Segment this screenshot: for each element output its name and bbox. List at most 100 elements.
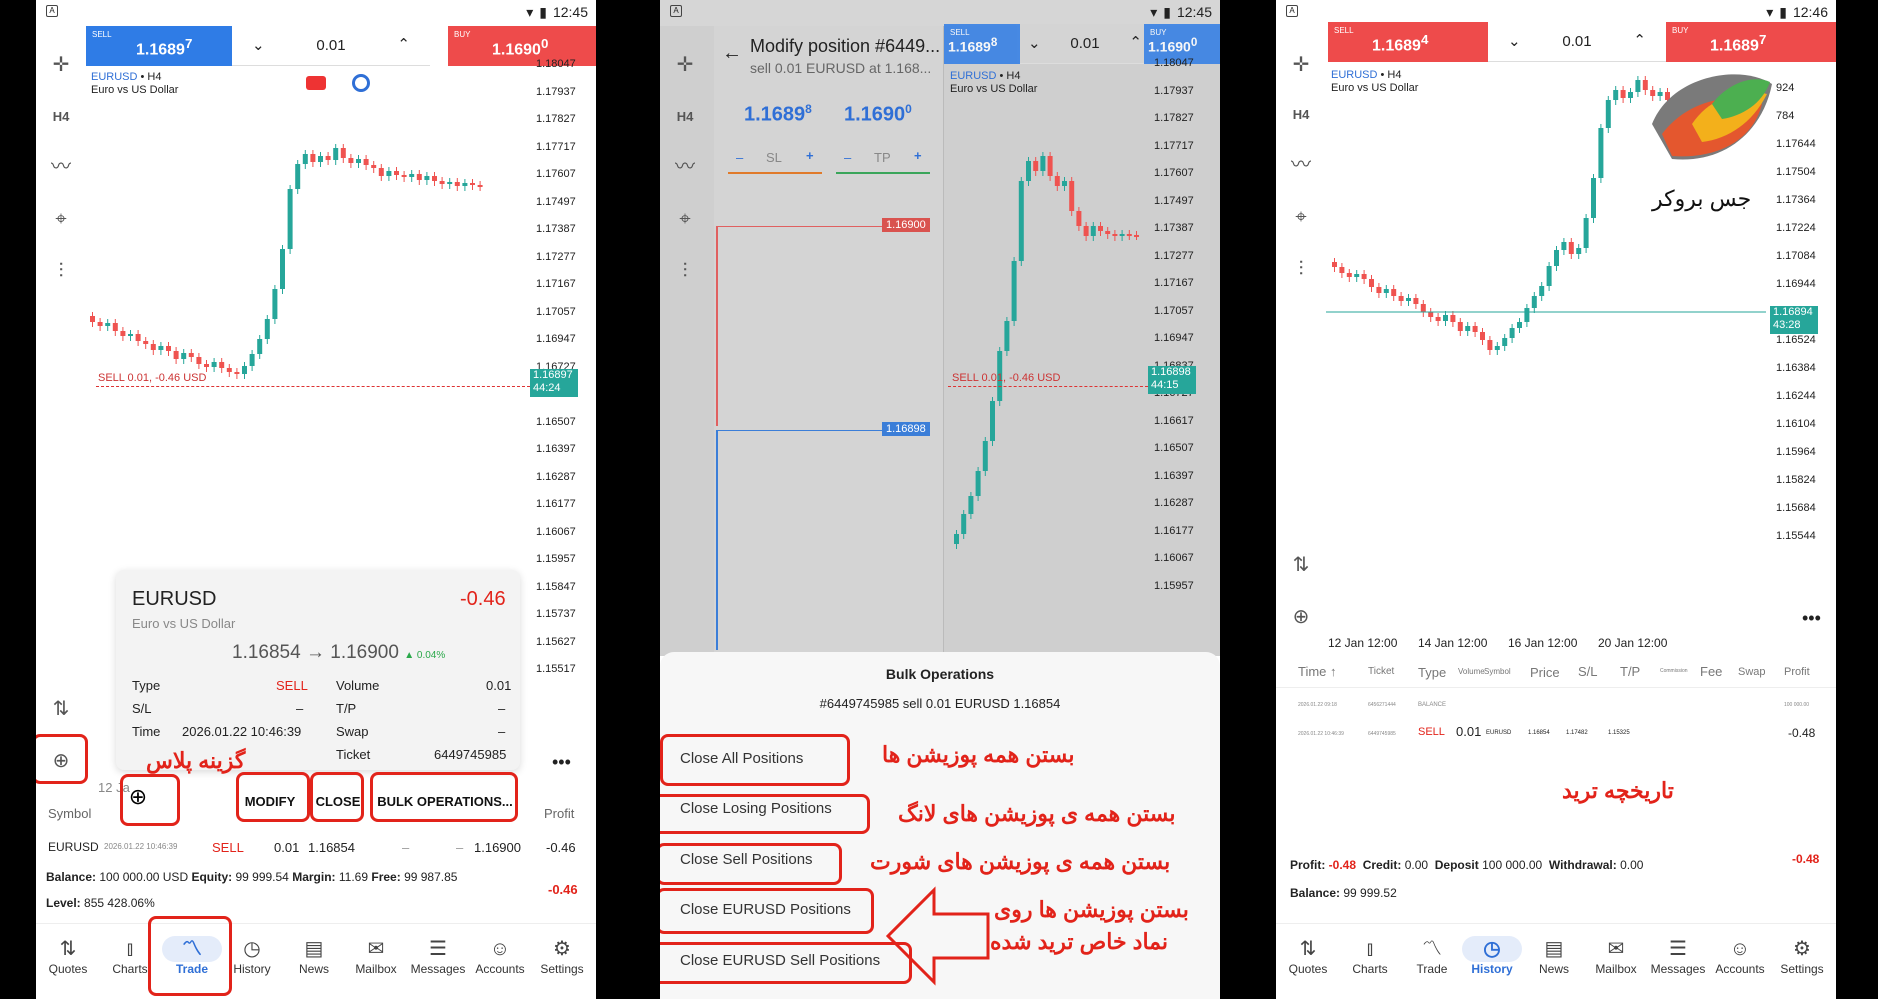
sl-stepper[interactable]: – SL + — [728, 148, 822, 174]
chevron-up-icon[interactable]: ⌃ — [397, 35, 410, 53]
volume-stepper[interactable]: ⌄ 0.01 ⌃ — [1020, 24, 1150, 64]
app-notification-icon: A — [670, 5, 682, 17]
volume-stepper[interactable]: ⌄ 0.01 ⌃ — [1488, 22, 1666, 62]
candle — [1613, 90, 1619, 100]
candle — [1105, 231, 1111, 234]
candle — [1517, 322, 1522, 328]
objects-icon[interactable]: ⌖ — [48, 206, 74, 232]
annotation-arrow — [885, 886, 990, 986]
annotation-box-1 — [660, 734, 850, 786]
app-notification-icon: A — [46, 5, 58, 17]
sell-button[interactable]: SELL 1.16897 — [86, 26, 232, 66]
crosshair-icon[interactable]: ✛ — [672, 52, 698, 78]
battery-icon: ▮ — [539, 4, 547, 20]
tp-label: T/P — [336, 701, 357, 716]
settings-sliders-icon[interactable]: ⫶ — [672, 258, 698, 284]
nav-settings[interactable]: ⚙ Settings — [532, 936, 592, 976]
nav-news[interactable]: ▤ News — [1524, 936, 1584, 976]
buy-price: 1.1690 — [492, 41, 541, 59]
candle — [97, 322, 103, 326]
nav-settings[interactable]: ⚙ Settings — [1772, 936, 1832, 976]
indicators-icon[interactable]: 〰 — [672, 154, 698, 180]
candle — [143, 341, 149, 344]
nav-accounts[interactable]: ☺ Accounts — [1710, 936, 1770, 976]
nav-charts[interactable]: ⫾ Charts — [1340, 936, 1400, 976]
candle — [424, 176, 430, 180]
time-value: 2026.01.22 10:46:39 — [182, 724, 302, 739]
flag-us-icon — [352, 74, 370, 92]
candle — [120, 331, 126, 336]
sl-minus-button[interactable]: – — [736, 150, 743, 165]
candle — [325, 156, 331, 160]
phone-history-screen: A ▾ ▮ 12:46 ✛ H4 〰 ⌖ ⫶ ⇅ ⊕ SELL 1.16894 ⌄ … — [1276, 0, 1836, 999]
one-click-trading-icon[interactable]: ⇅ — [48, 696, 74, 722]
candle — [1083, 226, 1089, 236]
timeframe-button[interactable]: H4 — [48, 104, 74, 130]
candle — [1576, 248, 1582, 254]
candle — [1450, 315, 1456, 322]
candle — [454, 182, 460, 186]
candle — [166, 346, 171, 351]
price-axis: 1.18047 1.17937 1.17827 1.17717 1.17607 1.174… — [1148, 57, 1220, 657]
more-icon[interactable]: ••• — [1802, 608, 1821, 629]
objects-icon[interactable]: ⌖ — [1288, 204, 1314, 230]
nav-trade[interactable]: 〽 Trade — [1402, 936, 1462, 976]
indicators-icon[interactable]: 〰 — [1288, 152, 1314, 178]
tp-minus-button[interactable]: – — [844, 150, 851, 165]
wifi-icon: ▾ — [1766, 4, 1774, 20]
sl-plus-button[interactable]: + — [806, 148, 814, 163]
ticket-value: 6449745985 — [434, 747, 507, 762]
sell-button[interactable]: SELL 1.16894 — [1328, 22, 1488, 62]
candle — [1406, 298, 1411, 301]
candle — [1480, 332, 1485, 340]
candle — [1376, 287, 1382, 293]
mailbox-icon: ✉ — [1607, 938, 1625, 960]
candle — [1435, 317, 1441, 321]
nav-quotes[interactable]: ⇅ Quotes — [38, 936, 98, 976]
candle — [219, 362, 225, 368]
price-chart[interactable] — [946, 64, 1146, 654]
nav-accounts[interactable]: ☺ Accounts — [470, 936, 530, 976]
popup-symbol: EURUSD — [132, 588, 217, 610]
nav-news[interactable]: ▤ News — [284, 936, 344, 976]
nav-messages[interactable]: ☰ Messages — [408, 936, 468, 976]
indicators-icon[interactable]: 〰 — [48, 154, 74, 180]
charts-icon: ⫾ — [1366, 938, 1374, 960]
nav-history[interactable]: ◷ History — [1462, 936, 1522, 976]
objects-icon[interactable]: ⌖ — [672, 206, 698, 232]
nav-quotes[interactable]: ⇅ Quotes — [1278, 936, 1338, 976]
more-icon[interactable]: ••• — [552, 752, 571, 773]
one-click-trading-icon[interactable]: ⇅ — [1288, 552, 1314, 578]
chevron-up-icon[interactable]: ⌃ — [1633, 31, 1646, 49]
axis-tick-label: 1.15847 — [536, 580, 576, 593]
nav-mailbox[interactable]: ✉ Mailbox — [346, 936, 406, 976]
clock: 12:45 — [1176, 4, 1212, 20]
candle — [1568, 242, 1574, 254]
chevron-up-icon[interactable]: ⌃ — [1129, 33, 1142, 51]
candle — [968, 496, 974, 514]
status-bar: A ▾ ▮ 12:45 — [660, 0, 1220, 26]
volume-stepper[interactable]: ⌄ 0.01 ⌃ — [232, 26, 430, 66]
candle — [1339, 267, 1345, 273]
tp-stepper[interactable]: – TP + — [836, 148, 930, 174]
candle — [1494, 346, 1500, 350]
sell-button[interactable]: SELL 1.16898 — [944, 24, 1020, 64]
back-arrow-icon[interactable]: ← — [722, 42, 742, 65]
axis-tick-label: 1.17717 — [1154, 139, 1194, 152]
settings-sliders-icon[interactable]: ⫶ — [1288, 256, 1314, 282]
nav-messages[interactable]: ☰ Messages — [1648, 936, 1708, 976]
crosshair-icon[interactable]: ✛ — [1288, 52, 1314, 78]
timeframe-button[interactable]: H4 — [672, 104, 698, 130]
new-order-icon[interactable]: ⊕ — [1288, 604, 1314, 630]
timeframe-button[interactable]: H4 — [1288, 102, 1314, 128]
price-axis: 1.18047 1.17937 1.17827 1.17717 1.17607 1.174… — [530, 58, 596, 758]
chart-toolbar: ✛ H4 〰 ⌖ ⫶ ⇅ ⊕ — [1276, 26, 1326, 921]
status-bar: A ▾ ▮ 12:45 — [36, 0, 596, 26]
settings-sliders-icon[interactable]: ⫶ — [48, 258, 74, 284]
tp-plus-button[interactable]: + — [914, 148, 922, 163]
buy-button[interactable]: BUY 1.16897 — [1666, 22, 1836, 62]
annotation-text-4: بستن پوزیشن ها روی — [994, 897, 1189, 922]
crosshair-icon[interactable]: ✛ — [48, 52, 74, 78]
candle — [1546, 266, 1552, 286]
nav-mailbox[interactable]: ✉ Mailbox — [1586, 936, 1646, 976]
